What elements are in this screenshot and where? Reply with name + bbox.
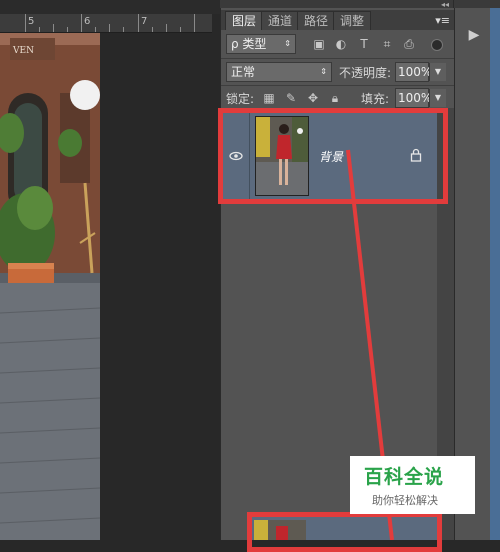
watermark-tagline: 助你轻松解决 <box>372 494 438 507</box>
window-edge <box>490 8 500 540</box>
dock-header-strip <box>454 0 500 8</box>
watermark: 百科全说 助你轻松解决 <box>350 456 475 514</box>
play-icon[interactable]: ▶ <box>463 24 485 46</box>
watermark-logo: 百科全说 <box>364 466 445 488</box>
